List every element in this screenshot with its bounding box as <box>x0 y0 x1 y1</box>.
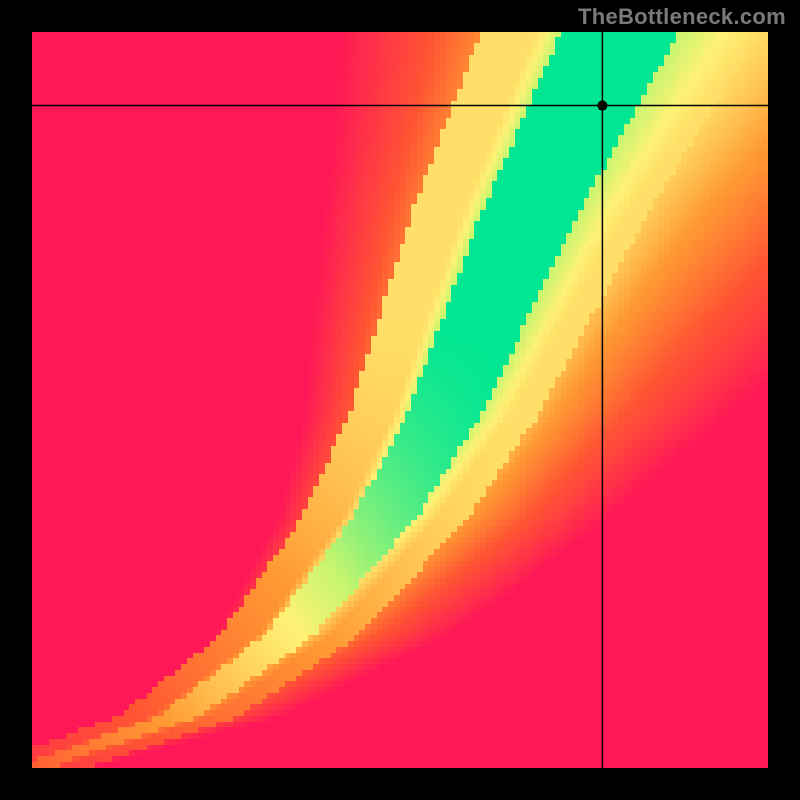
chart-frame: TheBottleneck.com <box>0 0 800 800</box>
heatmap-plot <box>32 32 768 768</box>
watermark-label: TheBottleneck.com <box>578 4 786 30</box>
heatmap-canvas <box>32 32 768 768</box>
